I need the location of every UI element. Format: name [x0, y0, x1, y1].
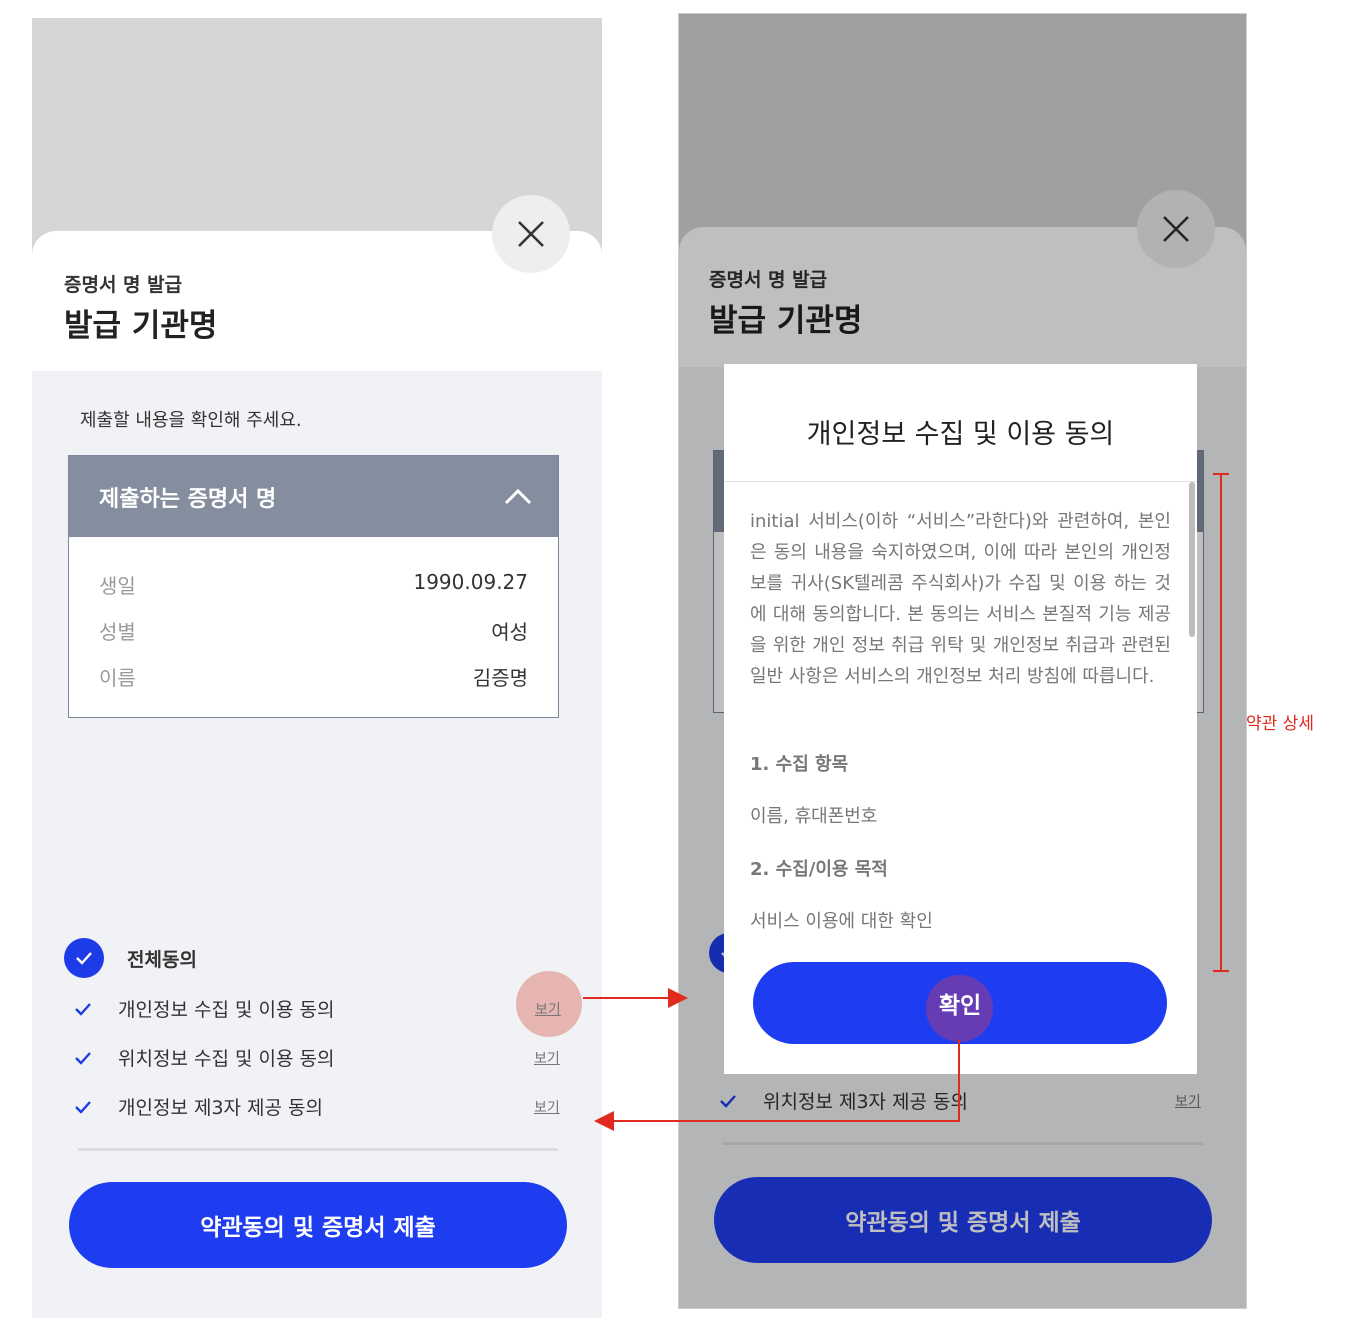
flow-arrows — [583, 473, 1229, 1131]
terms-detail-bracket — [1213, 473, 1229, 972]
annotation-label: 약관 상세 — [1246, 714, 1314, 734]
arrow-back-to-list — [594, 1040, 960, 1131]
